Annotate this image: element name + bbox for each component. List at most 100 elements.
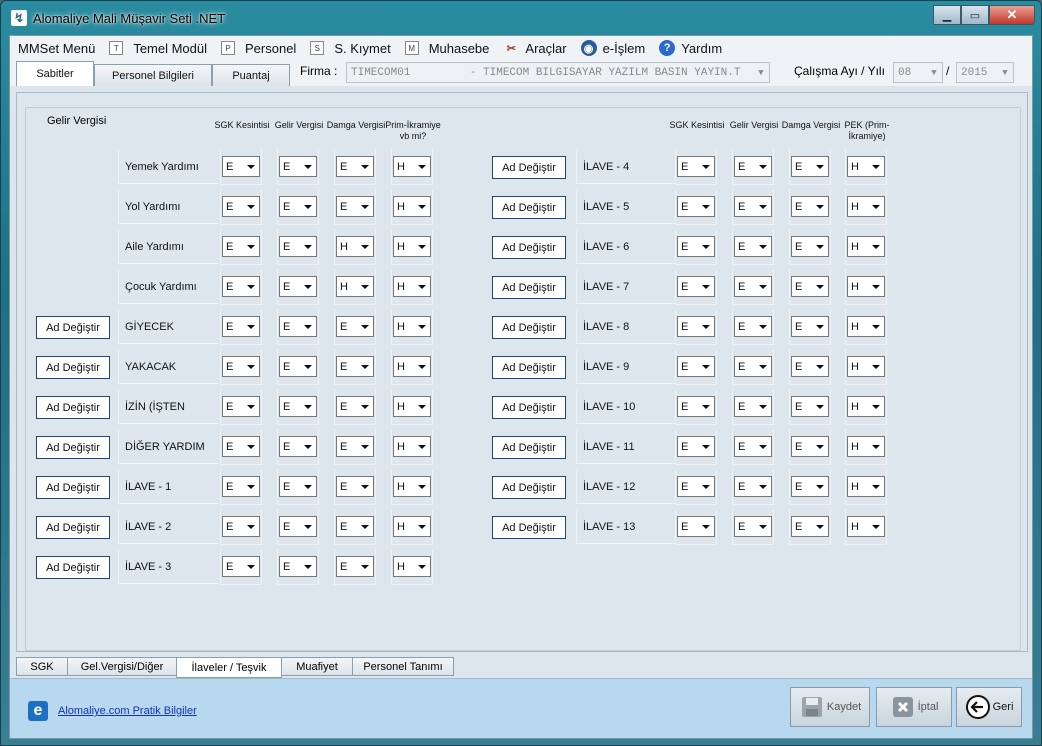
menu-e-islem[interactable]: ◉ e-İşlem bbox=[580, 40, 645, 56]
maximize-button[interactable]: ▭ bbox=[961, 5, 989, 25]
right-ad-degistir-button-8[interactable]: Ad Değiştir bbox=[492, 476, 566, 499]
right-row-5-col-1-select[interactable]: E bbox=[734, 356, 772, 377]
left-row-8-col-1-select[interactable]: E bbox=[279, 476, 317, 497]
left-row-3-col-2-select[interactable]: H bbox=[336, 276, 374, 297]
menu-s-kiymet[interactable]: S S. Kıymet bbox=[310, 41, 391, 56]
left-row-6-col-3-select[interactable]: H bbox=[393, 396, 431, 417]
right-ad-degistir-button-0[interactable]: Ad Değiştir bbox=[492, 156, 566, 179]
right-row-3-col-2-select[interactable]: E bbox=[791, 276, 829, 297]
right-row-6-col-3-select[interactable]: H bbox=[847, 396, 885, 417]
left-row-7-col-1-select[interactable]: E bbox=[279, 436, 317, 457]
left-row-6-col-1-select[interactable]: E bbox=[279, 396, 317, 417]
right-row-2-col-2-select[interactable]: E bbox=[791, 236, 829, 257]
left-row-7-col-3-select[interactable]: H bbox=[393, 436, 431, 457]
right-row-5-col-3-select[interactable]: H bbox=[847, 356, 885, 377]
year-select[interactable]: 2015 ▼ bbox=[956, 62, 1014, 83]
right-row-9-col-2-select[interactable]: E bbox=[791, 516, 829, 537]
geri-button[interactable]: Geri bbox=[956, 687, 1022, 727]
tab-personel-bilgileri[interactable]: Personel Bilgileri bbox=[94, 64, 212, 86]
right-row-7-col-0-select[interactable]: E bbox=[677, 436, 715, 457]
left-ad-degistir-button-6[interactable]: Ad Değiştir bbox=[36, 396, 110, 419]
left-row-5-col-2-select[interactable]: E bbox=[336, 356, 374, 377]
left-row-1-col-0-select[interactable]: E bbox=[222, 196, 260, 217]
tab-gel-vergisi[interactable]: Gel.Vergisi/Diğer bbox=[67, 657, 177, 676]
left-row-5-col-3-select[interactable]: H bbox=[393, 356, 431, 377]
left-row-8-col-2-select[interactable]: E bbox=[336, 476, 374, 497]
tab-ilaveler-tesvik[interactable]: İlaveler / Teşvik bbox=[176, 657, 282, 678]
left-ad-degistir-button-7[interactable]: Ad Değiştir bbox=[36, 436, 110, 459]
minimize-button[interactable]: ▁ bbox=[933, 5, 961, 25]
tab-puantaj[interactable]: Puantaj bbox=[212, 64, 290, 86]
left-row-9-col-1-select[interactable]: E bbox=[279, 516, 317, 537]
pratik-bilgiler-link[interactable]: Alomaliye.com Pratik Bilgiler bbox=[58, 705, 197, 717]
left-row-0-col-2-select[interactable]: E bbox=[336, 156, 374, 177]
tab-sabitler[interactable]: Sabitler bbox=[16, 61, 94, 86]
title-bar[interactable]: ↯ Alomaliye Mali Müşavir Seti .NET ▁ ▭ ✕ bbox=[1, 1, 1041, 35]
menu-temel-modul[interactable]: T Temel Modül bbox=[109, 41, 207, 56]
left-row-9-col-3-select[interactable]: H bbox=[393, 516, 431, 537]
left-row-2-col-0-select[interactable]: E bbox=[222, 236, 260, 257]
right-row-8-col-1-select[interactable]: E bbox=[734, 476, 772, 497]
right-row-7-col-1-select[interactable]: E bbox=[734, 436, 772, 457]
kaydet-button[interactable]: Kaydet bbox=[790, 687, 870, 727]
left-row-8-col-0-select[interactable]: E bbox=[222, 476, 260, 497]
left-row-4-col-2-select[interactable]: E bbox=[336, 316, 374, 337]
menu-araclar[interactable]: ✂ Araçlar bbox=[503, 40, 567, 56]
tab-personel-tanimi[interactable]: Personel Tanımı bbox=[352, 657, 454, 676]
firma-select[interactable]: TIMECOM01 - TİMECOM BİLGİSAYAR YAZILM BA… bbox=[346, 62, 770, 83]
right-ad-degistir-button-2[interactable]: Ad Değiştir bbox=[492, 236, 566, 259]
right-ad-degistir-button-6[interactable]: Ad Değiştir bbox=[492, 396, 566, 419]
left-row-4-col-0-select[interactable]: E bbox=[222, 316, 260, 337]
right-row-3-col-1-select[interactable]: E bbox=[734, 276, 772, 297]
left-ad-degistir-button-5[interactable]: Ad Değiştir bbox=[36, 356, 110, 379]
right-row-4-col-0-select[interactable]: E bbox=[677, 316, 715, 337]
left-row-10-col-3-select[interactable]: H bbox=[393, 556, 431, 577]
right-row-8-col-2-select[interactable]: E bbox=[791, 476, 829, 497]
left-row-3-col-1-select[interactable]: E bbox=[279, 276, 317, 297]
right-row-7-col-3-select[interactable]: H bbox=[847, 436, 885, 457]
right-ad-degistir-button-4[interactable]: Ad Değiştir bbox=[492, 316, 566, 339]
right-ad-degistir-button-9[interactable]: Ad Değiştir bbox=[492, 516, 566, 539]
left-row-1-col-3-select[interactable]: H bbox=[393, 196, 431, 217]
menu-personel[interactable]: P Personel bbox=[221, 41, 296, 56]
right-row-4-col-2-select[interactable]: E bbox=[791, 316, 829, 337]
right-row-9-col-1-select[interactable]: E bbox=[734, 516, 772, 537]
right-row-5-col-0-select[interactable]: E bbox=[677, 356, 715, 377]
left-row-6-col-2-select[interactable]: E bbox=[336, 396, 374, 417]
left-row-4-col-3-select[interactable]: H bbox=[393, 316, 431, 337]
right-ad-degistir-button-3[interactable]: Ad Değiştir bbox=[492, 276, 566, 299]
left-row-6-col-0-select[interactable]: E bbox=[222, 396, 260, 417]
tab-sgk[interactable]: SGK bbox=[16, 657, 68, 676]
month-select[interactable]: 08 ▼ bbox=[893, 62, 943, 83]
left-row-2-col-3-select[interactable]: H bbox=[393, 236, 431, 257]
left-row-7-col-0-select[interactable]: E bbox=[222, 436, 260, 457]
tab-muafiyet[interactable]: Muafiyet bbox=[281, 657, 353, 676]
left-row-7-col-2-select[interactable]: E bbox=[336, 436, 374, 457]
left-row-4-col-1-select[interactable]: E bbox=[279, 316, 317, 337]
right-row-3-col-3-select[interactable]: H bbox=[847, 276, 885, 297]
right-row-8-col-0-select[interactable]: E bbox=[677, 476, 715, 497]
left-row-3-col-0-select[interactable]: E bbox=[222, 276, 260, 297]
right-row-3-col-0-select[interactable]: E bbox=[677, 276, 715, 297]
left-row-5-col-1-select[interactable]: E bbox=[279, 356, 317, 377]
left-row-9-col-2-select[interactable]: E bbox=[336, 516, 374, 537]
right-ad-degistir-button-7[interactable]: Ad Değiştir bbox=[492, 436, 566, 459]
left-row-10-col-0-select[interactable]: E bbox=[222, 556, 260, 577]
right-row-2-col-3-select[interactable]: H bbox=[847, 236, 885, 257]
iptal-button[interactable]: İptal bbox=[876, 687, 952, 727]
right-row-5-col-2-select[interactable]: E bbox=[791, 356, 829, 377]
left-row-1-col-2-select[interactable]: E bbox=[336, 196, 374, 217]
right-row-1-col-1-select[interactable]: E bbox=[734, 196, 772, 217]
left-row-1-col-1-select[interactable]: E bbox=[279, 196, 317, 217]
menu-mmset[interactable]: MMSet Menü bbox=[18, 41, 95, 56]
right-row-0-col-3-select[interactable]: H bbox=[847, 156, 885, 177]
left-row-5-col-0-select[interactable]: E bbox=[222, 356, 260, 377]
right-row-2-col-1-select[interactable]: E bbox=[734, 236, 772, 257]
left-row-2-col-2-select[interactable]: H bbox=[336, 236, 374, 257]
right-row-6-col-0-select[interactable]: E bbox=[677, 396, 715, 417]
left-row-9-col-0-select[interactable]: E bbox=[222, 516, 260, 537]
right-row-0-col-1-select[interactable]: E bbox=[734, 156, 772, 177]
right-ad-degistir-button-5[interactable]: Ad Değiştir bbox=[492, 356, 566, 379]
close-button[interactable]: ✕ bbox=[989, 5, 1035, 25]
left-row-2-col-1-select[interactable]: E bbox=[279, 236, 317, 257]
